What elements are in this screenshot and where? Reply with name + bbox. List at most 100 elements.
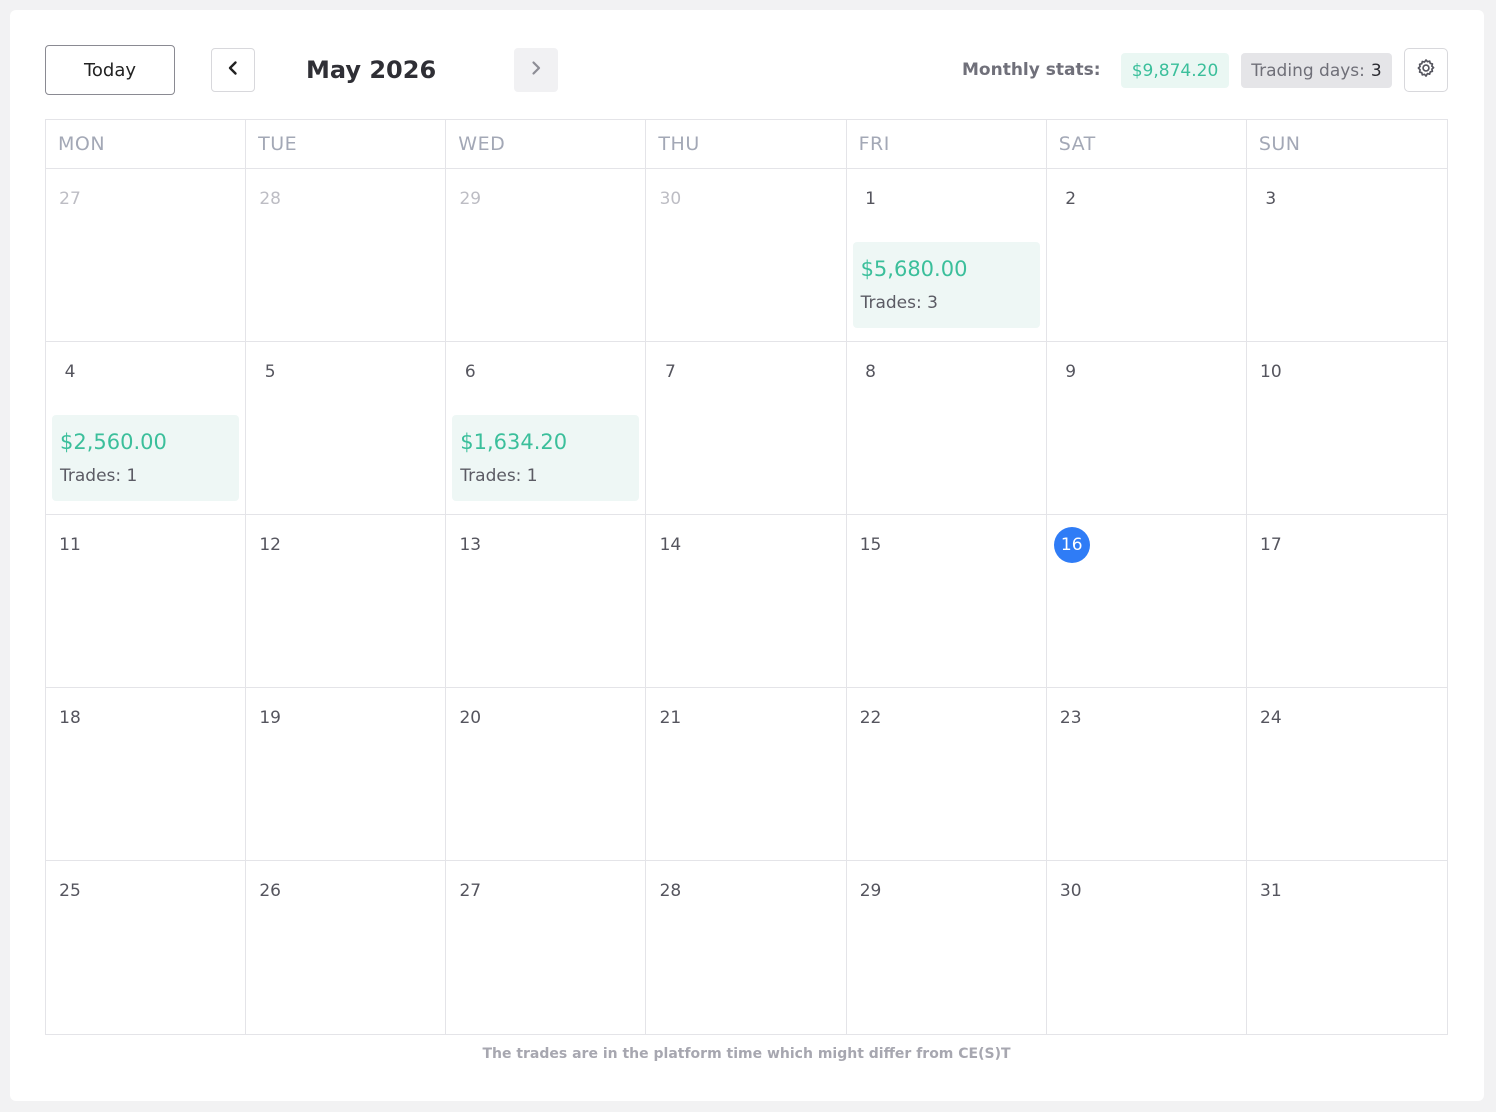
today-button[interactable]: Today xyxy=(45,45,175,95)
day-cell[interactable]: 31 xyxy=(1247,861,1447,1034)
day-number: 28 xyxy=(659,881,682,901)
day-cell[interactable]: 20 xyxy=(446,688,647,861)
trade-count: Trades: 3 xyxy=(860,293,938,313)
day-number: 25 xyxy=(59,881,81,901)
day-number: 6 xyxy=(464,362,476,382)
platform-time-note: The trades are in the platform time whic… xyxy=(482,1046,1011,1062)
weekday-header-row: MON TUE WED THU FRI SAT SUN xyxy=(46,120,1447,169)
day-cell[interactable]: 11 xyxy=(46,515,247,688)
day-number: 27 xyxy=(59,189,81,209)
day-cell[interactable]: 30 xyxy=(1047,861,1247,1034)
trade-summary[interactable]: $1,634.20 Trades: 1 xyxy=(452,415,640,501)
day-cell[interactable]: 4 $2,560.00 Trades: 1 xyxy=(46,342,247,515)
day-cell[interactable]: 7 xyxy=(646,342,847,515)
day-number: 5 xyxy=(264,362,276,382)
day-number: 11 xyxy=(59,535,81,555)
day-number: 30 xyxy=(659,189,682,209)
day-number: 13 xyxy=(459,535,482,555)
day-cell[interactable]: 24 xyxy=(1246,688,1447,861)
trade-summary[interactable]: $2,560.00 Trades: 1 xyxy=(52,415,240,501)
day-cell[interactable]: 28 xyxy=(646,861,847,1034)
day-cell[interactable]: 22 xyxy=(846,688,1047,861)
day-number: 31 xyxy=(1260,881,1282,901)
trade-count: Trades: 1 xyxy=(460,466,538,486)
day-number: 15 xyxy=(859,535,882,555)
day-cell[interactable]: 28 xyxy=(246,169,447,342)
previous-month-button[interactable] xyxy=(211,48,255,92)
day-cell-today[interactable]: 16 xyxy=(1046,515,1247,688)
day-number: 1 xyxy=(865,189,876,209)
day-number: 30 xyxy=(1059,881,1082,901)
day-cell[interactable]: 12 xyxy=(246,515,447,688)
day-cell[interactable]: 18 xyxy=(46,688,247,861)
settings-button[interactable] xyxy=(1404,48,1448,92)
chevron-left-icon xyxy=(225,60,241,80)
day-number: 28 xyxy=(259,189,281,209)
day-number: 20 xyxy=(459,708,482,728)
day-cell[interactable]: 13 xyxy=(446,515,647,688)
today-day-number: 16 xyxy=(1053,527,1090,563)
monthly-stats-label: Monthly stats: xyxy=(962,60,1101,80)
weekday-header: WED xyxy=(446,120,647,168)
day-number: 2 xyxy=(1065,189,1077,209)
calendar-grid: MON TUE WED THU FRI SAT SUN 27 28 29 30 1 $5,680.00… xyxy=(45,119,1448,1035)
day-cell[interactable]: 9 xyxy=(1046,342,1247,515)
trading-days-label: Trading days: xyxy=(1251,60,1365,81)
weekday-header: FRI xyxy=(847,120,1047,168)
day-number: 8 xyxy=(865,362,876,382)
day-cell[interactable]: 17 xyxy=(1246,515,1447,688)
day-cell[interactable]: 29 xyxy=(446,169,647,342)
day-cell[interactable]: 23 xyxy=(1046,688,1247,861)
day-number: 22 xyxy=(859,708,882,728)
day-cell[interactable]: 14 xyxy=(646,515,847,688)
day-cell[interactable]: 29 xyxy=(847,861,1047,1034)
day-number: 10 xyxy=(1260,362,1282,382)
trade-summary[interactable]: $5,680.00 Trades: 3 xyxy=(852,242,1040,328)
month-title: May 2026 xyxy=(306,56,437,84)
weekday-header: SUN xyxy=(1258,133,1301,155)
day-number: 27 xyxy=(459,881,482,901)
day-cell[interactable]: 10 xyxy=(1246,342,1447,515)
day-cell[interactable]: 26 xyxy=(246,861,447,1034)
gear-icon xyxy=(1415,57,1437,83)
day-cell[interactable]: 30 xyxy=(646,169,847,342)
day-cell[interactable]: 3 xyxy=(1246,169,1447,342)
trade-pnl-amount: $1,634.20 xyxy=(460,430,568,454)
day-number: 12 xyxy=(259,535,281,555)
day-number: 7 xyxy=(665,362,676,382)
day-cell[interactable]: 15 xyxy=(846,515,1047,688)
weekday-header: THU xyxy=(646,120,847,168)
trade-pnl-amount: $2,560.00 xyxy=(60,430,167,454)
day-cell[interactable]: 25 xyxy=(46,861,247,1034)
calendar-card: Today May 2026 Monthly stats: $9,874.20 … xyxy=(10,10,1484,1101)
day-number: 3 xyxy=(1265,189,1277,209)
day-cell[interactable]: 27 xyxy=(446,861,647,1034)
day-cell[interactable]: 27 xyxy=(46,169,247,342)
day-number: 21 xyxy=(659,708,682,728)
chevron-right-icon xyxy=(528,60,544,80)
day-cell[interactable]: 21 xyxy=(646,688,847,861)
day-cell[interactable]: 6 $1,634.20 Trades: 1 xyxy=(446,342,647,515)
day-number: 9 xyxy=(1065,362,1077,382)
trade-count: Trades: 1 xyxy=(60,466,138,486)
day-number: 17 xyxy=(1260,535,1282,555)
day-number: 19 xyxy=(259,708,281,728)
trading-days-badge: Trading days: 3 xyxy=(1241,53,1392,88)
calendar-weeks: 27 28 29 30 1 $5,680.00 Trades: 3 2 3 4 $2,560.00 T… xyxy=(46,169,1447,1034)
day-number: 18 xyxy=(59,708,81,728)
day-cell[interactable]: 5 xyxy=(246,342,447,515)
day-cell[interactable]: 1 $5,680.00 Trades: 3 xyxy=(846,169,1047,342)
day-number: 26 xyxy=(259,881,281,901)
day-number: 29 xyxy=(859,881,882,901)
day-cell[interactable]: 8 xyxy=(846,342,1047,515)
next-month-button[interactable] xyxy=(514,48,558,92)
day-cell[interactable]: 19 xyxy=(246,688,447,861)
day-number: 24 xyxy=(1260,708,1282,728)
weekday-header: SAT xyxy=(1047,120,1247,168)
day-number: 14 xyxy=(659,535,682,555)
day-number: 4 xyxy=(64,362,76,382)
day-cell[interactable]: 2 xyxy=(1046,169,1247,342)
trade-pnl-amount: $5,680.00 xyxy=(860,257,968,281)
day-number: 23 xyxy=(1059,708,1082,728)
trading-days-value: 3 xyxy=(1370,60,1382,81)
